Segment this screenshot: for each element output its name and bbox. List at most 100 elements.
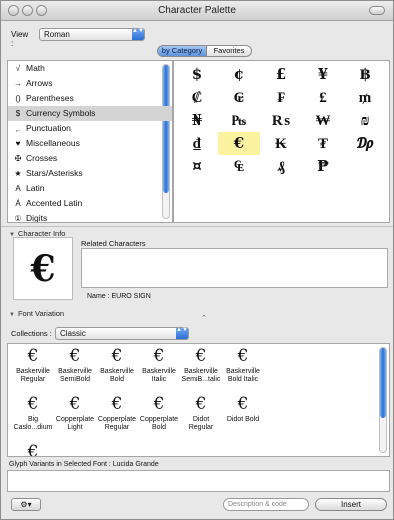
character-cell[interactable]: ¢ [218,63,260,86]
tab-favorites[interactable]: Favorites [207,45,252,57]
category-item[interactable]: ① Digits [8,211,172,223]
category-item[interactable]: () Parentheses [8,91,172,106]
category-icon: → [14,79,22,88]
font-variant-cell[interactable]: € Baskerville SemiB...talic [180,344,222,392]
character-cell[interactable]: ₦ [176,109,218,132]
category-item[interactable]: ★ Stars/Asterisks [8,166,172,181]
font-variant-cell[interactable]: € Copperplate Bold [138,392,180,440]
category-label: Math [26,63,45,73]
font-variant-glyph: € [27,346,39,366]
category-item[interactable]: $ Currency Symbols [8,106,172,121]
character-cell[interactable]: ₧ [218,109,260,132]
font-variant-cell[interactable]: € Baskerville Regular [12,344,54,392]
character-cell[interactable]: ₱ [302,155,344,178]
category-item[interactable]: ✠ Crosses [8,151,172,166]
category-label: Parentheses [26,93,74,103]
font-variant-cell[interactable]: € Copperplate Regular [96,392,138,440]
font-variant-glyph: € [195,346,207,366]
view-popup-value: Roman [44,30,70,39]
font-variant-cell[interactable]: € Baskerville Bold [96,344,138,392]
font-variant-cell[interactable]: € Baskerville Italic [138,344,180,392]
category-label: Arrows [26,78,53,88]
category-icon: () [15,94,21,103]
title-bar[interactable]: Character Palette [1,1,393,21]
collections-popup-value: Classic [60,329,86,338]
font-variant-cell[interactable]: € Baskerville Bold Italic [222,344,264,392]
character-cell[interactable]: $ [176,63,218,86]
character-cell[interactable]: ₢ [218,86,260,109]
related-characters-box[interactable] [81,248,388,288]
category-item[interactable]: ♥ Miscellaneous [8,136,172,151]
category-icon: ① [14,214,22,223]
insert-button[interactable]: Insert [315,498,387,511]
character-cell[interactable]: ¥ [302,63,344,86]
font-variant-name: Didot Bold [226,416,260,423]
category-item[interactable]: Á Accented Latin [8,196,172,211]
character-cell[interactable]: ₭ [260,132,302,155]
category-item[interactable]: √ Math [8,61,172,76]
font-scrollbar[interactable] [379,347,387,453]
view-popup[interactable]: Roman ▲▼ [39,28,145,41]
font-scroll-thumb[interactable] [380,348,386,418]
character-cell[interactable]: ₰ [260,155,302,178]
character-cell[interactable]: ₨ [260,109,302,132]
character-cell[interactable]: £ [260,63,302,86]
category-item[interactable]: → Arrows [8,76,172,91]
character-cell[interactable]: ₡ [176,86,218,109]
character-cell[interactable]: ₠ [218,155,260,178]
font-variant-cell[interactable]: € Baskerville SemiBold [54,344,96,392]
glyph-variants-label: Glyph Variants in Selected Font : Lucida… [9,461,159,468]
toolbar-toggle-button[interactable] [369,6,385,15]
character-cell[interactable]: ₩ [302,109,344,132]
character-cell[interactable]: ¤ [176,155,218,178]
category-icon: $ [15,109,21,118]
font-grid: € Baskerville Regular € Baskerville SemiBol… [12,344,264,456]
font-variant-glyph: € [153,394,165,414]
category-item[interactable]: A Latin [8,181,172,196]
character-cell[interactable]: € [218,132,260,155]
category-item[interactable]: ,. Punctuation [8,121,172,136]
font-variant-glyph: € [69,394,81,414]
category-icon: √ [15,64,21,73]
font-variant-cell[interactable]: € Copperplate Light [54,392,96,440]
glyph-variants-box[interactable] [7,470,390,492]
character-cell[interactable]: ₮ [302,132,344,155]
popup-arrows-icon: ▲▼ [132,28,144,40]
font-variation-title: Font Variation [17,309,65,318]
gear-action-button[interactable]: ⚙▾ [11,498,41,511]
character-cell[interactable]: ₪ [344,109,386,132]
font-variant-glyph: € [111,346,123,366]
related-characters-label: Related Characters [81,239,146,248]
category-label: Crosses [26,153,58,163]
category-icon: ,. [15,124,21,133]
category-label: Digits [26,213,48,223]
collections-popup[interactable]: Classic ▲▼ [55,327,189,340]
font-variant-glyph: € [153,346,165,366]
character-cell[interactable]: ฿ [344,63,386,86]
character-cell[interactable]: ₣ [260,86,302,109]
font-variant-cell[interactable]: € Didot Bold [222,392,264,440]
search-input[interactable]: Description & code [223,498,309,511]
font-variant-glyph: € [237,394,249,414]
disclosure-triangle-icon: ▼ [9,312,15,318]
character-cell[interactable]: ₯ [344,132,386,155]
font-variant-cell[interactable]: € Didot Regular [180,392,222,440]
character-cell[interactable]: ₥ [344,86,386,109]
tab-by-category[interactable]: by Category [157,45,207,57]
character-cell[interactable]: ₫ [176,132,218,155]
font-variant-cell[interactable]: € Big Caslo...dium [12,392,54,440]
font-variation-header[interactable]: ▼ Font Variation [9,309,64,318]
category-icon: A [15,184,21,193]
window-title: Character Palette [158,5,236,16]
character-cell[interactable]: ₤ [302,86,344,109]
category-icon: ✠ [14,154,22,163]
category-label: Currency Symbols [26,108,96,118]
chevron-up-icon[interactable]: ⌃ [201,314,207,322]
character-grid: $ ¢ £ ¥ ฿ ₡ ₢ ₣ ₤ ₥ ₦ ₧ ₨ ₩ ₪ ₫ € ₭ ₮ ₯ ¤ ₠ ₰ ₱ [176,63,386,178]
character-preview: € [13,237,73,300]
font-variant-cell[interactable]: €Didot Italic [12,440,54,456]
popup-arrows-icon: ▲▼ [176,327,188,339]
font-variant-name: Baskerville Bold Italic [226,368,260,383]
category-icon: ♥ [15,139,21,148]
category-label: Latin [26,183,45,193]
